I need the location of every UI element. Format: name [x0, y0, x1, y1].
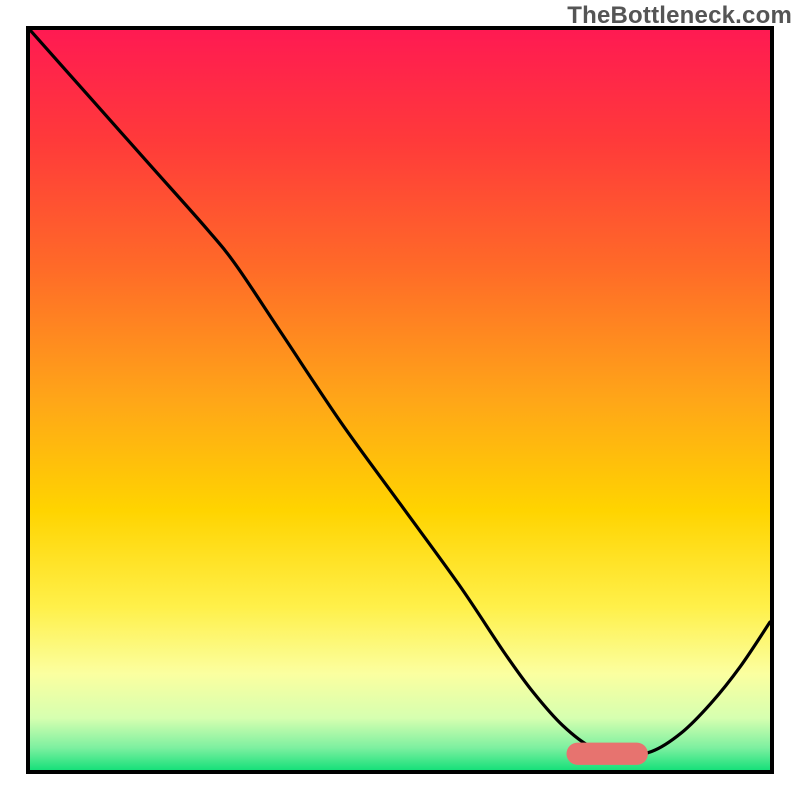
watermark: TheBottleneck.com [567, 2, 792, 30]
optimal-range-marker [30, 30, 770, 770]
plot-area [30, 30, 770, 770]
figure-root: TheBottleneck.com [0, 0, 800, 800]
